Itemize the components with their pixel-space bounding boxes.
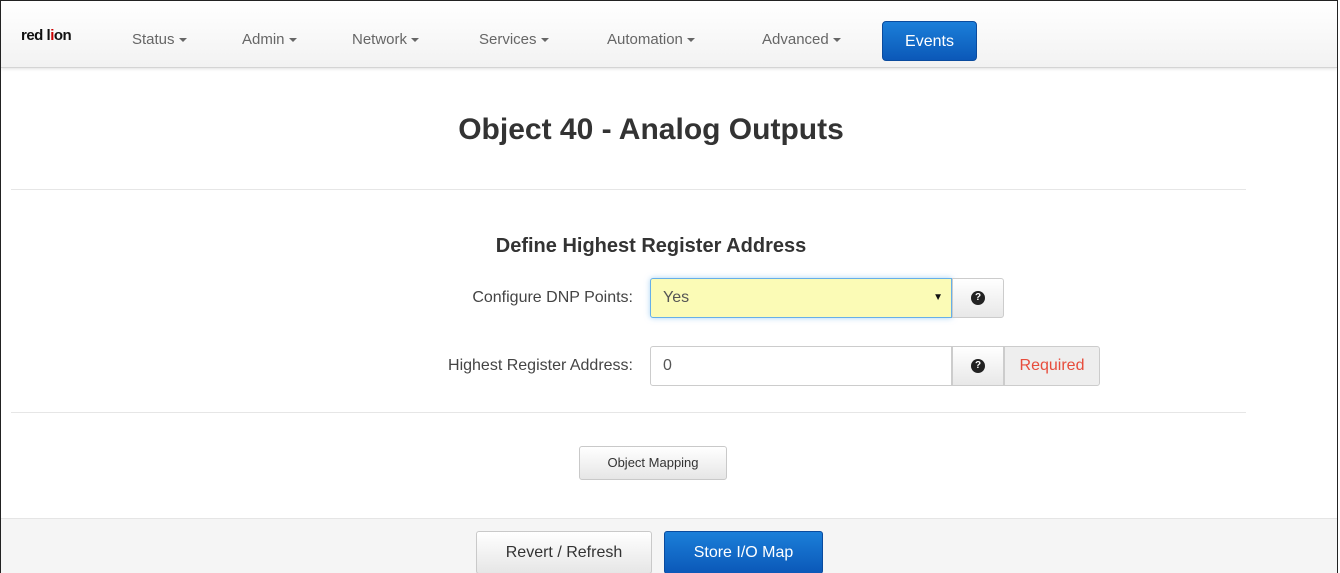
question-circle-icon: ? [971, 359, 985, 373]
nav-events-tab[interactable]: Events [882, 21, 977, 61]
nav-status-label: Status [132, 31, 175, 48]
nav-services-label: Services [479, 31, 537, 48]
nav-network-label: Network [352, 31, 408, 48]
configure-dnp-label: Configure DNP Points: [472, 289, 633, 306]
chevron-down-icon [178, 38, 187, 43]
required-addon: Required [1004, 346, 1100, 386]
nav-advanced-label: Advanced [762, 31, 829, 48]
chevron-down-icon [686, 38, 695, 43]
configure-dnp-value: Yes [663, 289, 690, 306]
nav-automation-label: Automation [607, 31, 683, 48]
nav-admin-menu[interactable]: Admin [242, 31, 297, 48]
chevron-down-icon [540, 38, 549, 43]
nav-network-menu[interactable]: Network [352, 31, 420, 48]
question-circle-icon: ? [971, 291, 985, 305]
chevron-down-icon [411, 38, 420, 43]
top-navbar: red lion Status Admin Network Services A… [1, 1, 1337, 68]
section-title: Define Highest Register Address [495, 235, 807, 257]
highest-register-label: Highest Register Address: [448, 357, 633, 374]
divider [11, 189, 1246, 190]
divider [11, 412, 1246, 413]
logo-text-end: on [53, 27, 72, 44]
nav-admin-label: Admin [242, 31, 285, 48]
nav-advanced-menu[interactable]: Advanced [762, 31, 841, 48]
store-io-map-button[interactable]: Store I/O Map [664, 531, 823, 573]
caret-down-icon: ▼ [933, 292, 943, 303]
configure-dnp-select[interactable]: Yes ▼ [650, 278, 952, 318]
app-window: red lion Status Admin Network Services A… [0, 0, 1338, 573]
chevron-down-icon [832, 38, 841, 43]
object-mapping-button[interactable]: Object Mapping [579, 446, 727, 480]
revert-refresh-button[interactable]: Revert / Refresh [476, 531, 652, 573]
red-lion-logo[interactable]: red lion [21, 27, 72, 44]
nav-services-menu[interactable]: Services [479, 31, 549, 48]
nav-automation-menu[interactable]: Automation [607, 31, 695, 48]
highest-help-button[interactable]: ? [952, 346, 1004, 386]
page-title: Object 40 - Analog Outputs [458, 113, 844, 146]
nav-status-menu[interactable]: Status [132, 31, 187, 48]
chevron-down-icon [288, 38, 297, 43]
highest-register-value: 0 [663, 357, 672, 374]
highest-register-input[interactable]: 0 [650, 346, 952, 386]
logo-text: red l [21, 27, 51, 44]
configure-help-button[interactable]: ? [952, 278, 1004, 318]
